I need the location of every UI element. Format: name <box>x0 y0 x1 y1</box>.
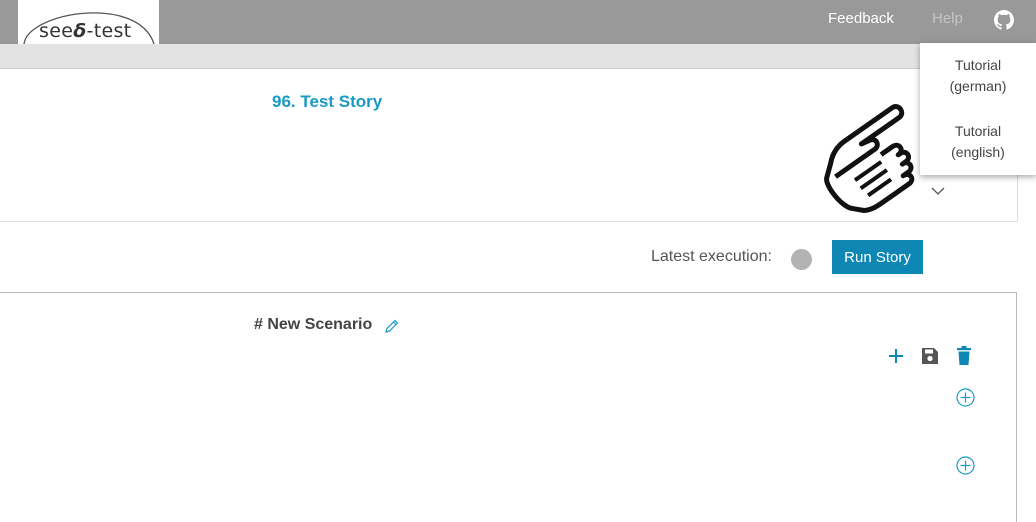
scenario-title: # New Scenario <box>254 316 373 333</box>
story-title[interactable]: 96. Test Story <box>272 92 382 112</box>
feedback-link[interactable]: Feedback <box>828 10 894 27</box>
run-story-button[interactable]: Run Story <box>832 240 923 274</box>
help-dropdown-menu: Tutorial (german) Tutorial (english) <box>920 43 1036 175</box>
top-navbar: seeẟ-test Feedback Help <box>0 0 1036 44</box>
logo-text: seeẟ-test <box>39 20 132 42</box>
execution-status-indicator <box>791 249 812 270</box>
pencil-icon[interactable] <box>383 318 400 335</box>
logo-seed-glyph: ẟ <box>73 20 87 42</box>
tutorial-english-link[interactable]: Tutorial (english) <box>920 121 1036 163</box>
plus-circle-icon[interactable] <box>956 456 975 475</box>
add-step-plus-icon[interactable] <box>886 346 906 366</box>
save-icon[interactable] <box>920 346 940 366</box>
sub-header-bar <box>0 44 1036 69</box>
seed-test-logo[interactable]: seeẟ-test <box>18 0 159 44</box>
github-icon[interactable] <box>994 10 1014 30</box>
tutorial-german-link[interactable]: Tutorial (german) <box>920 55 1036 97</box>
latest-execution-label: Latest execution: <box>651 248 772 265</box>
trash-icon[interactable] <box>954 345 974 366</box>
scenario-card <box>0 292 1017 522</box>
plus-circle-icon[interactable] <box>956 388 975 407</box>
help-link[interactable]: Help <box>932 10 963 27</box>
